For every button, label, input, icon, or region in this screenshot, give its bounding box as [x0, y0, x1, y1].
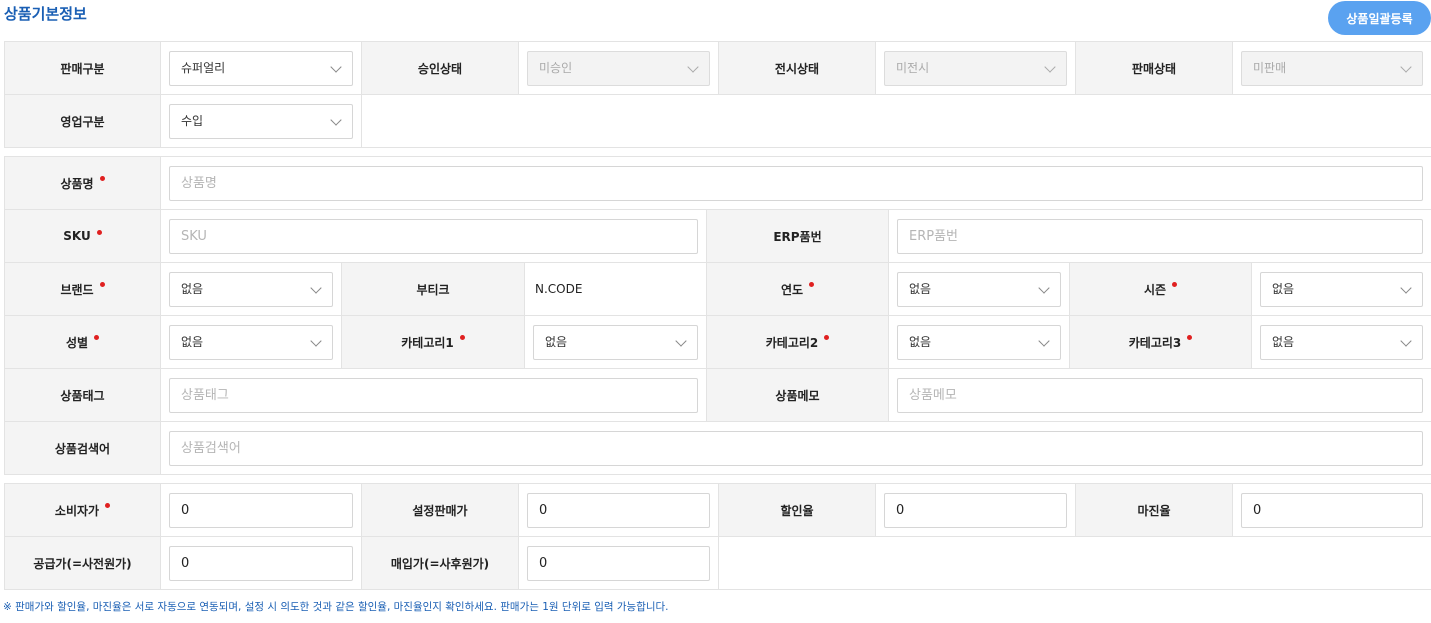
brand-value: 없음	[181, 281, 204, 296]
sale-type-select[interactable]: 슈퍼얼리	[169, 50, 353, 86]
discount-rate-label: 할인율	[780, 503, 814, 518]
season-label: 시즌	[1143, 282, 1167, 297]
consumer-price-label: 소비자가	[54, 503, 100, 518]
purchase-price-input[interactable]	[527, 545, 710, 581]
product-tag-input[interactable]	[169, 377, 698, 413]
required-dot	[99, 281, 105, 287]
product-memo-label: 상품메모	[775, 388, 820, 403]
business-type-label: 영업구분	[4, 94, 161, 148]
required-dot	[94, 334, 100, 340]
product-info-table: 상품명 SKU ERP품번 브랜드 없음 부티크 N.CODE 연도 없음 시즌…	[4, 156, 1431, 475]
product-name-label: 상품명	[60, 176, 94, 191]
set-sale-price-label: 설정판매가	[412, 503, 468, 518]
business-type-select[interactable]: 수입	[169, 103, 353, 139]
required-dot	[824, 334, 830, 340]
chevron-down-icon	[310, 334, 322, 347]
chevron-down-icon	[1038, 334, 1050, 347]
chevron-down-icon	[330, 113, 342, 126]
chevron-down-icon	[1044, 60, 1056, 73]
search-keywords-label: 상품검색어	[54, 441, 111, 456]
display-status-label: 전시상태	[718, 41, 876, 95]
price-table: 소비자가 설정판매가 할인율 마진율 공급가(=사전원가) 매입가(=사후원가)	[4, 483, 1431, 590]
category3-select[interactable]: 없음	[1260, 324, 1424, 360]
discount-rate-input[interactable]	[884, 492, 1067, 528]
category1-label: 카테고리1	[401, 335, 454, 350]
erp-code-label: ERP품번	[773, 229, 822, 244]
category1-select[interactable]: 없음	[533, 324, 698, 360]
season-value: 없음	[1272, 281, 1295, 296]
price-footnote: ※ 판매가와 할인율, 마진율은 서로 자동으로 연동되며, 설정 시 의도한 …	[3, 601, 669, 613]
bulk-register-button[interactable]: 상품일괄등록	[1328, 1, 1431, 35]
product-memo-input[interactable]	[897, 377, 1424, 413]
display-status-value: 미전시	[896, 60, 930, 75]
supply-price-label: 공급가(=사전원가)	[33, 556, 132, 571]
required-dot	[1172, 281, 1178, 287]
sale-type-value: 슈퍼얼리	[181, 60, 226, 75]
chevron-down-icon	[1400, 334, 1412, 347]
sku-label: SKU	[63, 229, 91, 243]
approval-status-select: 미승인	[527, 50, 710, 86]
brand-label: 브랜드	[60, 282, 94, 297]
gender-label: 성별	[65, 335, 89, 350]
year-select[interactable]: 없음	[897, 271, 1061, 307]
required-dot	[105, 502, 111, 508]
year-value: 없음	[909, 281, 932, 296]
category2-label: 카테고리2	[765, 335, 819, 350]
chevron-down-icon	[687, 60, 699, 73]
chevron-down-icon	[310, 281, 322, 294]
search-keywords-input[interactable]	[169, 430, 1424, 466]
page-title: 상품기본정보	[4, 5, 87, 23]
category2-value: 없음	[909, 334, 932, 349]
business-type-value: 수입	[181, 113, 204, 128]
category3-label: 카테고리3	[1128, 335, 1182, 350]
status-table: 판매구분 슈퍼얼리 승인상태 미승인 전시상태 미전시 판매상태 미판매 영업구…	[4, 41, 1431, 148]
category1-value: 없음	[545, 334, 568, 349]
required-dot	[99, 175, 105, 181]
chevron-down-icon	[675, 334, 687, 347]
required-dot	[459, 334, 465, 340]
category2-select[interactable]: 없음	[897, 324, 1061, 360]
brand-select[interactable]: 없음	[169, 271, 333, 307]
year-label: 연도	[780, 282, 804, 297]
sale-status-label: 판매상태	[1075, 41, 1233, 95]
display-status-select: 미전시	[884, 50, 1067, 86]
product-name-input[interactable]	[169, 165, 1424, 201]
product-tag-label: 상품태그	[60, 388, 105, 403]
gender-value: 없음	[181, 334, 204, 349]
erp-code-input[interactable]	[897, 218, 1424, 254]
sale-status-value: 미판매	[1253, 60, 1287, 75]
set-sale-price-input[interactable]	[527, 492, 710, 528]
required-dot	[96, 230, 102, 235]
gender-select[interactable]: 없음	[169, 324, 333, 360]
purchase-price-label: 매입가(=사후원가)	[390, 556, 490, 571]
boutique-value: N.CODE	[535, 282, 583, 296]
chevron-down-icon	[330, 60, 342, 73]
consumer-price-input[interactable]	[169, 492, 353, 528]
chevron-down-icon	[1038, 281, 1050, 294]
required-dot	[1187, 334, 1193, 340]
margin-rate-input[interactable]	[1241, 492, 1423, 528]
approval-status-value: 미승인	[539, 60, 573, 75]
sale-type-label: 판매구분	[4, 41, 161, 95]
margin-rate-label: 마진율	[1137, 503, 1171, 518]
chevron-down-icon	[1400, 60, 1412, 73]
chevron-down-icon	[1400, 281, 1412, 294]
season-select[interactable]: 없음	[1260, 271, 1424, 307]
sku-input[interactable]	[169, 218, 698, 254]
sale-status-select: 미판매	[1241, 50, 1423, 86]
approval-status-label: 승인상태	[361, 41, 519, 95]
supply-price-input[interactable]	[169, 545, 353, 581]
boutique-label: 부티크	[416, 282, 450, 297]
category3-value: 없음	[1272, 334, 1295, 349]
required-dot	[809, 281, 815, 287]
